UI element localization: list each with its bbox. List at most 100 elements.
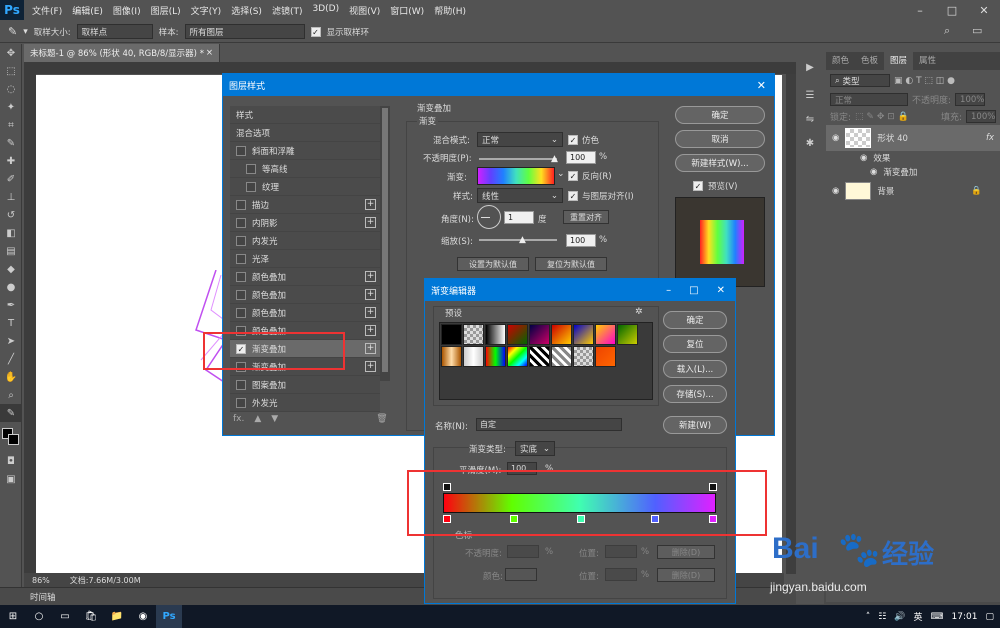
dodge-tool-icon[interactable]: ● xyxy=(0,278,22,296)
style-checkbox[interactable] xyxy=(246,181,256,192)
history-brush-icon[interactable]: ↺ xyxy=(0,206,22,224)
reset-default-button[interactable]: 复位为默认值 xyxy=(535,257,607,271)
play-icon[interactable]: ▶ xyxy=(796,58,824,76)
ge-load-button[interactable]: 载入(L)... xyxy=(663,360,727,378)
name-field[interactable]: 自定 xyxy=(476,418,622,431)
preset-swatch[interactable] xyxy=(507,324,528,345)
angle-field[interactable]: 1 xyxy=(504,211,534,224)
panel-tab[interactable]: 属性 xyxy=(913,52,942,70)
gradient-dropdown-icon[interactable]: ⌄ xyxy=(557,169,565,179)
style-list-item[interactable]: 斜面和浮雕 xyxy=(230,142,380,160)
preview-checkbox[interactable]: ✓ xyxy=(693,181,703,191)
browser-icon[interactable]: ◉ xyxy=(130,605,156,628)
style-list-item[interactable]: 外发光 xyxy=(230,394,380,412)
pen-tool-icon[interactable]: ✒ xyxy=(0,296,22,314)
style-list-item[interactable]: 混合选项 xyxy=(230,124,380,142)
ime-indicator[interactable]: 英 xyxy=(914,610,923,623)
opacity-field[interactable]: 100 xyxy=(566,151,596,164)
reset-align-button[interactable]: 重置对齐 xyxy=(563,210,609,224)
eyedropper-active-icon[interactable]: ✎ xyxy=(0,404,22,422)
color-swatches[interactable] xyxy=(0,422,21,452)
close-doc-icon[interactable]: × xyxy=(206,48,213,58)
lock-icons[interactable]: ⬚ ✎ ✥ ⊡ 🔒 xyxy=(855,112,909,122)
vertical-scrollbar[interactable] xyxy=(786,74,796,574)
task-view-icon[interactable]: ▭ xyxy=(52,605,78,628)
style-list-item[interactable]: 颜色叠加 + xyxy=(230,268,380,286)
maximize-icon[interactable]: □ xyxy=(689,285,698,296)
close-icon[interactable]: ✕ xyxy=(757,79,766,92)
style-checkbox[interactable] xyxy=(236,145,246,156)
document-tab[interactable]: 未标题-1 @ 86% (形状 40, RGB/8/显示器) * × xyxy=(24,44,220,62)
move-down-icon[interactable]: ▼ xyxy=(271,414,278,424)
set-default-button[interactable]: 设置为默认值 xyxy=(457,257,529,271)
sample-size-select[interactable]: 取样点 xyxy=(76,24,153,39)
minimize-icon[interactable]: – xyxy=(666,285,671,296)
scale-field[interactable]: 100 xyxy=(566,234,596,247)
move-up-icon[interactable]: ▲ xyxy=(254,414,261,424)
menu-item[interactable]: 文件(F) xyxy=(32,4,62,17)
ok-button[interactable]: 确定 xyxy=(675,106,765,124)
panel-tab[interactable]: 颜色 xyxy=(826,52,855,70)
clock[interactable]: 17:01 xyxy=(952,612,978,622)
angle-dial[interactable] xyxy=(477,205,501,229)
menu-item[interactable]: 窗口(W) xyxy=(390,4,424,17)
preset-swatch[interactable] xyxy=(485,324,506,345)
kind-filter[interactable]: ⌕ 类型 xyxy=(830,74,890,87)
eye-icon[interactable]: ◉ xyxy=(870,167,877,177)
preset-swatch[interactable] xyxy=(485,346,506,367)
dither-checkbox[interactable]: ✓ xyxy=(568,135,578,145)
close-icon[interactable]: ✕ xyxy=(717,285,725,296)
style-list-item[interactable]: 纹理 xyxy=(230,178,380,196)
preset-swatch[interactable] xyxy=(463,324,484,345)
workspace-icon[interactable]: ▭ xyxy=(972,24,982,37)
preset-swatch[interactable] xyxy=(441,324,462,345)
line-tool-icon[interactable]: ╱ xyxy=(0,350,22,368)
preset-swatch[interactable] xyxy=(507,346,528,367)
preset-swatch[interactable] xyxy=(463,346,484,367)
gradient-effect-row[interactable]: ◉ 渐变叠加 xyxy=(826,165,1000,179)
style-checkbox[interactable] xyxy=(236,397,246,408)
style-checkbox[interactable] xyxy=(236,271,246,282)
notification-icon[interactable]: ▢ xyxy=(985,612,994,622)
adjust-icon[interactable]: ☰ xyxy=(796,86,824,104)
preset-swatch[interactable] xyxy=(529,346,550,367)
add-effect-icon[interactable]: + xyxy=(365,343,376,354)
add-effect-icon[interactable]: + xyxy=(365,199,376,210)
tool-preset-chevron-icon[interactable]: ▾ xyxy=(23,27,28,37)
menu-item[interactable]: 帮助(H) xyxy=(434,4,466,17)
style-checkbox[interactable] xyxy=(236,289,246,300)
marquee-tool-icon[interactable]: ⬚ xyxy=(0,62,22,80)
move-tool-icon[interactable]: ✥ xyxy=(0,44,22,62)
menu-item[interactable]: 滤镜(T) xyxy=(272,4,303,17)
type-select[interactable]: 实底 ⌄ xyxy=(515,441,555,456)
cortana-icon[interactable]: ○ xyxy=(26,605,52,628)
minimize-icon[interactable]: – xyxy=(904,0,936,20)
zoom-tool-icon[interactable]: ⌕ xyxy=(0,386,22,404)
fill-field[interactable]: 100% xyxy=(966,110,996,123)
store-icon[interactable]: 🛍 xyxy=(78,605,104,628)
maximize-icon[interactable]: □ xyxy=(936,0,968,20)
ge-save-button[interactable]: 存储(S)... xyxy=(663,385,727,403)
preset-swatch[interactable] xyxy=(441,346,462,367)
style-list-item[interactable]: 图案叠加 xyxy=(230,376,380,394)
search-icon[interactable]: ⌕ xyxy=(944,24,950,38)
opacity-slider[interactable] xyxy=(479,158,557,160)
add-effect-icon[interactable]: + xyxy=(365,289,376,300)
eye-icon[interactable]: ◉ xyxy=(832,133,839,143)
trash-icon[interactable]: 🗑 xyxy=(376,414,387,424)
preset-swatch[interactable] xyxy=(573,324,594,345)
menu-item[interactable]: 视图(V) xyxy=(349,4,380,17)
menu-item[interactable]: 图像(I) xyxy=(113,4,141,17)
menu-item[interactable]: 图层(L) xyxy=(151,4,181,17)
presets-gear-icon[interactable]: ✲ xyxy=(635,307,643,317)
screen-mode-icon[interactable]: ▣ xyxy=(0,470,22,488)
eyedropper-icon[interactable]: ✎ xyxy=(8,25,17,38)
quick-select-tool-icon[interactable]: ✦ xyxy=(0,98,22,116)
preset-swatch[interactable] xyxy=(573,346,594,367)
fx-icon[interactable]: fx xyxy=(986,133,994,143)
show-ring-checkbox[interactable]: ✓ xyxy=(310,26,321,37)
menu-item[interactable]: 文字(Y) xyxy=(191,4,222,17)
cancel-button[interactable]: 取消 xyxy=(675,130,765,148)
style-checkbox[interactable] xyxy=(236,235,246,246)
layer-row-shape[interactable]: ◉ 形状 40 fx xyxy=(826,125,1000,151)
